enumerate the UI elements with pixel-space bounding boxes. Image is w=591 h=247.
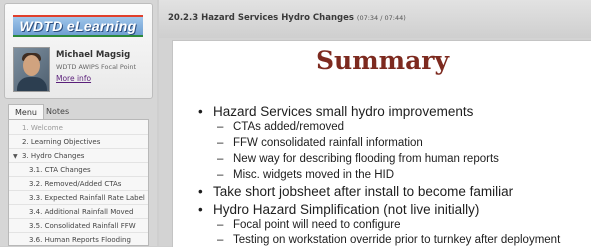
- sub-bullet-item: – CTAs added/removed: [217, 121, 344, 133]
- menu-item-hydro-changes[interactable]: ▼ 3. Hydro Changes: [9, 149, 148, 163]
- bullet-item: • Hydro Hazard Simplification (not live i…: [198, 202, 479, 217]
- menu-item-label: 3.6. Human Reports Flooding: [29, 236, 131, 244]
- menu-item-label: 3.1. CTA Changes: [29, 166, 91, 174]
- menu-item-welcome[interactable]: 1. Welcome: [9, 121, 148, 135]
- sub-bullet-item: – Focal point will need to configure: [217, 219, 401, 231]
- menu-item-label: 3.4. Additional Rainfall Moved: [29, 208, 134, 216]
- bullet-text: Hazard Services small hydro improvements: [213, 104, 474, 119]
- slide-header-title: 20.2.3 Hazard Services Hydro Changes (07:…: [168, 13, 406, 23]
- bullet-text: CTAs added/removed: [233, 121, 345, 133]
- bullet-item: • Take short jobsheet after install to be…: [198, 184, 513, 199]
- slide-title: Summary: [315, 46, 450, 75]
- menu-item-expected-rainfall-rate-label[interactable]: 3.3. Expected Rainfall Rate Label: [9, 191, 148, 205]
- bullet-text: Focal point will need to configure: [233, 219, 401, 231]
- content-area: 20.2.3 Hazard Services Hydro Changes (07:…: [159, 0, 591, 247]
- menu-item-learning-objectives[interactable]: 2. Learning Objectives: [9, 135, 148, 149]
- slide-time: (07:34 / 07:44): [356, 14, 406, 22]
- menu-item-label: 1. Welcome: [22, 124, 63, 132]
- bullet-text: Hydro Hazard Simplification (not live in…: [213, 202, 480, 217]
- brand-panel: WDTD eLearning Michael Magsig WDTD AWIPS…: [4, 3, 153, 99]
- tab-menu[interactable]: Menu: [8, 104, 44, 120]
- bullet-text: Misc. widgets moved in the HID: [233, 169, 395, 181]
- bullet-marker: –: [217, 169, 224, 181]
- bullet-marker: –: [217, 219, 224, 231]
- bullet-text: Testing on workstation override prior to…: [233, 234, 561, 246]
- sub-bullet-item: – New way for describing flooding from hu…: [217, 153, 499, 165]
- menu-item-label: 3. Hydro Changes: [22, 152, 85, 160]
- bullet-marker: –: [217, 121, 224, 133]
- menu-item-label: 3.2. Removed/Added CTAs: [29, 180, 122, 188]
- more-info-link[interactable]: More info: [56, 74, 91, 83]
- bullet-marker: –: [217, 153, 224, 165]
- menu-item-label: 3.3. Expected Rainfall Rate Label: [29, 194, 145, 202]
- presenter-avatar: [13, 47, 50, 92]
- bullet-text: FFW consolidated rainfall information: [233, 137, 423, 149]
- slide-title-text: 20.2.3 Hazard Services Hydro Changes: [168, 13, 354, 23]
- menu-item-human-reports-flooding[interactable]: 3.6. Human Reports Flooding: [9, 233, 148, 245]
- menu-item-additional-rainfall-moved[interactable]: 3.4. Additional Rainfall Moved: [9, 205, 148, 219]
- menu-item-removed-added-ctas[interactable]: 3.2. Removed/Added CTAs: [9, 177, 148, 191]
- sidebar: WDTD eLearning Michael Magsig WDTD AWIPS…: [0, 0, 157, 246]
- slide-header: 20.2.3 Hazard Services Hydro Changes (07:…: [159, 0, 591, 38]
- bullet-item: • Hazard Services small hydro improvement…: [198, 104, 473, 119]
- bullet-marker: –: [217, 137, 224, 149]
- bullet-marker: •: [198, 104, 203, 119]
- bullet-marker: •: [198, 184, 203, 199]
- presenter-name: Michael Magsig: [56, 50, 131, 60]
- bullet-marker: •: [198, 202, 203, 217]
- expand-caret-icon[interactable]: ▼: [13, 150, 20, 162]
- tab-notes[interactable]: Notes: [40, 104, 75, 119]
- bullet-marker: –: [217, 234, 224, 246]
- sub-bullet-item: – Testing on workstation override prior t…: [217, 234, 560, 246]
- bullet-text: Take short jobsheet after install to bec…: [213, 184, 514, 199]
- sub-bullet-item: – Misc. widgets moved in the HID: [217, 169, 394, 181]
- menu-item-cta-changes[interactable]: 3.1. CTA Changes: [9, 163, 148, 177]
- bullet-text: New way for describing flooding from hum…: [233, 153, 499, 165]
- menu-item-label: 2. Learning Objectives: [22, 138, 101, 146]
- logo-text: WDTD eLearning: [19, 18, 137, 34]
- sub-bullet-item: – FFW consolidated rainfall information: [217, 137, 423, 149]
- slide-canvas: Summary • Hazard Services small hydro imp…: [172, 40, 591, 247]
- menu-item-consolidated-rainfall-ffw[interactable]: 3.5. Consolidated Rainfall FFW: [9, 219, 148, 233]
- wdtd-elearning-logo: WDTD eLearning: [13, 15, 143, 37]
- menu-list: 1. Welcome 2. Learning Objectives ▼ 3. Hy…: [8, 119, 149, 246]
- presenter-title: WDTD AWIPS Focal Point: [56, 63, 137, 71]
- menu-item-label: 3.5. Consolidated Rainfall FFW: [29, 222, 136, 230]
